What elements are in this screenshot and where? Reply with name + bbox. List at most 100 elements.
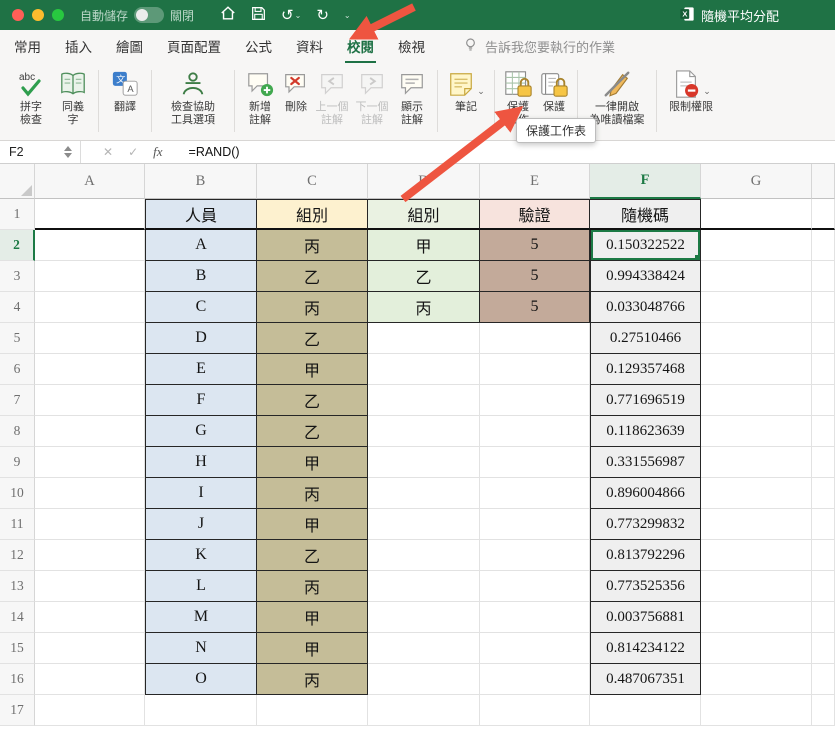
tab-公式[interactable]: 公式 [245, 36, 272, 56]
cell-A10[interactable] [35, 478, 145, 509]
cell-C9[interactable]: 甲 [257, 447, 368, 478]
cell-H6[interactable] [812, 354, 835, 385]
cell-D7[interactable] [368, 385, 480, 416]
cell-E13[interactable] [480, 571, 590, 602]
autosave-toggle[interactable] [134, 7, 164, 23]
row-header-12[interactable]: 12 [0, 540, 35, 571]
cell-E12[interactable] [480, 540, 590, 571]
cell-H10[interactable] [812, 478, 835, 509]
cell-A16[interactable] [35, 664, 145, 695]
customize-toolbar-chevron-icon[interactable]: ⌄ [344, 11, 351, 20]
restrict-permission-button[interactable]: ⌄限制權限 [663, 64, 719, 138]
tell-me-box[interactable]: 告訴我您要執行的作業 [463, 37, 615, 56]
col-header-A[interactable]: A [35, 164, 145, 199]
cell-F1[interactable]: 隨機碼 [590, 199, 701, 230]
insert-function-icon[interactable]: fx [153, 144, 162, 160]
cell-F17[interactable] [590, 695, 701, 726]
cell-E11[interactable] [480, 509, 590, 540]
cell-F16[interactable]: 0.487067351 [590, 664, 701, 695]
cell-D5[interactable] [368, 323, 480, 354]
cell-E6[interactable] [480, 354, 590, 385]
cell-A11[interactable] [35, 509, 145, 540]
cell-A6[interactable] [35, 354, 145, 385]
cell-C2[interactable]: 丙 [257, 230, 368, 261]
thesaurus-button[interactable]: 同義字 [54, 64, 92, 138]
row-header-2[interactable]: 2 [0, 230, 35, 261]
cell-F8[interactable]: 0.118623639 [590, 416, 701, 447]
cell-A7[interactable] [35, 385, 145, 416]
cell-E9[interactable] [480, 447, 590, 478]
cell-F4[interactable]: 0.033048766 [590, 292, 701, 323]
cell-D8[interactable] [368, 416, 480, 447]
cell-B5[interactable]: D [145, 323, 257, 354]
col-header-D[interactable]: D [368, 164, 480, 199]
cell-C17[interactable] [257, 695, 368, 726]
cell-E4[interactable]: 5 [480, 292, 590, 323]
cell-H9[interactable] [812, 447, 835, 478]
tab-資料[interactable]: 資料 [296, 36, 323, 56]
cell-H5[interactable] [812, 323, 835, 354]
check-accessibility-button[interactable]: 檢查協助工具選項 [158, 64, 228, 138]
save-icon[interactable] [251, 6, 266, 25]
cell-E14[interactable] [480, 602, 590, 633]
cell-D16[interactable] [368, 664, 480, 695]
row-header-5[interactable]: 5 [0, 323, 35, 354]
cell-C1[interactable]: 組別 [257, 199, 368, 230]
col-header-G[interactable]: G [701, 164, 812, 199]
cell-E10[interactable] [480, 478, 590, 509]
row-header-6[interactable]: 6 [0, 354, 35, 385]
row-header-15[interactable]: 15 [0, 633, 35, 664]
cell-B6[interactable]: E [145, 354, 257, 385]
cell-D4[interactable]: 丙 [368, 292, 480, 323]
cell-F13[interactable]: 0.773525356 [590, 571, 701, 602]
col-header-E[interactable]: E [480, 164, 590, 199]
cell-A13[interactable] [35, 571, 145, 602]
cell-H2[interactable] [812, 230, 835, 261]
cancel-icon[interactable]: ✕ [103, 145, 113, 159]
cell-G15[interactable] [701, 633, 812, 664]
minimize-button[interactable] [32, 9, 44, 21]
cell-F3[interactable]: 0.994338424 [590, 261, 701, 292]
maximize-button[interactable] [52, 9, 64, 21]
cell-F15[interactable]: 0.814234122 [590, 633, 701, 664]
cell-H15[interactable] [812, 633, 835, 664]
col-header-B[interactable]: B [145, 164, 257, 199]
cell-G14[interactable] [701, 602, 812, 633]
spelling-button[interactable]: abc拼字檢查 [10, 64, 52, 138]
tab-頁面配置[interactable]: 頁面配置 [167, 36, 221, 56]
cell-G9[interactable] [701, 447, 812, 478]
cell-B1[interactable]: 人員 [145, 199, 257, 230]
cell-C13[interactable]: 丙 [257, 571, 368, 602]
cell-G3[interactable] [701, 261, 812, 292]
cell-G16[interactable] [701, 664, 812, 695]
cell-D14[interactable] [368, 602, 480, 633]
dropdown-chevron-icon[interactable]: ⌄ [703, 86, 711, 97]
cell-H16[interactable] [812, 664, 835, 695]
translate-button[interactable]: 文A翻譯 [105, 64, 145, 138]
row-header-4[interactable]: 4 [0, 292, 35, 323]
cell-G7[interactable] [701, 385, 812, 416]
cell-G6[interactable] [701, 354, 812, 385]
cell-H14[interactable] [812, 602, 835, 633]
cell-H13[interactable] [812, 571, 835, 602]
cell-C15[interactable]: 甲 [257, 633, 368, 664]
cell-C12[interactable]: 乙 [257, 540, 368, 571]
dropdown-chevron-icon[interactable]: ⌄ [477, 86, 485, 97]
cell-A5[interactable] [35, 323, 145, 354]
cell-A15[interactable] [35, 633, 145, 664]
cell-A17[interactable] [35, 695, 145, 726]
cell-C10[interactable]: 丙 [257, 478, 368, 509]
cell-C16[interactable]: 丙 [257, 664, 368, 695]
cell-D3[interactable]: 乙 [368, 261, 480, 292]
cell-D9[interactable] [368, 447, 480, 478]
cell-H1[interactable] [812, 199, 835, 230]
cell-B11[interactable]: J [145, 509, 257, 540]
cell-F6[interactable]: 0.129357468 [590, 354, 701, 385]
cell-D10[interactable] [368, 478, 480, 509]
cell-G4[interactable] [701, 292, 812, 323]
cell-B16[interactable]: O [145, 664, 257, 695]
cell-C14[interactable]: 甲 [257, 602, 368, 633]
delete-comment-button[interactable]: 刪除 [281, 64, 311, 138]
cell-B12[interactable]: K [145, 540, 257, 571]
row-header-17[interactable]: 17 [0, 695, 35, 726]
